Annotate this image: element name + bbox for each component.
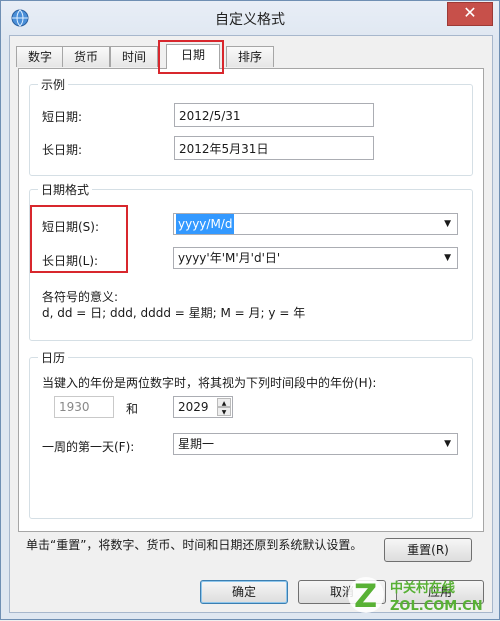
dropdown-arrow-icon[interactable]: ▼ bbox=[444, 434, 451, 454]
labels-highlight-box bbox=[30, 205, 128, 273]
and-label: 和 bbox=[126, 402, 139, 416]
spin-up-icon[interactable]: ▲ bbox=[217, 398, 231, 407]
reset-description: 单击“重置”，将数字、货币、时间和日期还原到系统默认设置。 bbox=[26, 538, 363, 552]
date-tab-panel: 示例 短日期: 2012/5/31 长日期: 2012年5月31日 日期格式 短… bbox=[18, 68, 484, 532]
two-digit-year-text: 当键入的年份是两位数字时，将其视为下列时间段中的年份(H): bbox=[42, 376, 377, 390]
calendar-group-title: 日历 bbox=[38, 349, 69, 366]
to-year-value: 2029 bbox=[178, 400, 209, 414]
year-spinner[interactable]: ▲ ▼ bbox=[217, 398, 231, 416]
example-long-value: 2012年5月31日 bbox=[174, 136, 374, 160]
example-short-value: 2012/5/31 bbox=[174, 103, 374, 127]
dialog-window: 自定义格式 ✕ 数字 货币 时间 日期 排序 示例 短日期: 2012/5/31… bbox=[0, 0, 500, 620]
short-date-value: yyyy/M/d bbox=[176, 214, 235, 234]
tab-sort[interactable]: 排序 bbox=[226, 46, 274, 67]
dropdown-arrow-icon[interactable]: ▼ bbox=[444, 248, 451, 268]
long-date-combo[interactable]: yyyy'年'M'月'd'日' ▼ bbox=[173, 247, 458, 269]
watermark-brand: 中关村在线 bbox=[390, 580, 455, 596]
dialog-body: 数字 货币 时间 日期 排序 示例 短日期: 2012/5/31 长日期: 20… bbox=[9, 35, 493, 613]
title-bar[interactable]: 自定义格式 ✕ bbox=[1, 1, 499, 35]
symbols-title: 各符号的意义: bbox=[42, 290, 119, 304]
symbols-text: d, dd = 日; ddd, dddd = 星期; M = 月; y = 年 bbox=[42, 306, 306, 320]
tab-currency[interactable]: 货币 bbox=[62, 46, 110, 67]
example-short-label: 短日期: bbox=[42, 110, 83, 124]
watermark-logo: Z 中关村在线 ZOL.COM.CN bbox=[346, 572, 496, 618]
date-format-group-title: 日期格式 bbox=[38, 181, 93, 198]
example-group-title: 示例 bbox=[38, 76, 69, 93]
close-button[interactable]: ✕ bbox=[447, 2, 493, 26]
spin-down-icon[interactable]: ▼ bbox=[217, 407, 231, 416]
tab-highlight-box bbox=[158, 40, 224, 74]
tab-number[interactable]: 数字 bbox=[16, 46, 64, 67]
reset-button[interactable]: 重置(R) bbox=[384, 538, 472, 562]
tab-time[interactable]: 时间 bbox=[110, 46, 158, 67]
first-day-combo[interactable]: 星期一 ▼ bbox=[173, 433, 458, 455]
date-format-group: 日期格式 短日期(S): yyyy/M/d ▼ 长日期(L): yyyy'年'M… bbox=[29, 181, 473, 341]
long-date-value: yyyy'年'M'月'd'日' bbox=[178, 251, 281, 265]
calendar-group: 日历 当键入的年份是两位数字时，将其视为下列时间段中的年份(H): 1930 和… bbox=[29, 349, 473, 519]
from-year-field: 1930 bbox=[54, 396, 114, 418]
example-group: 示例 短日期: 2012/5/31 长日期: 2012年5月31日 bbox=[29, 76, 473, 176]
first-day-value: 星期一 bbox=[178, 437, 215, 451]
watermark-domain: ZOL.COM.CN bbox=[390, 599, 483, 614]
ok-button[interactable]: 确定 bbox=[200, 580, 288, 604]
first-day-label: 一周的第一天(F): bbox=[42, 440, 135, 454]
to-year-field[interactable]: 2029 ▲ ▼ bbox=[173, 396, 233, 418]
example-long-label: 长日期: bbox=[42, 143, 83, 157]
dropdown-arrow-icon[interactable]: ▼ bbox=[444, 214, 451, 234]
short-date-combo[interactable]: yyyy/M/d ▼ bbox=[173, 213, 458, 235]
watermark-letter: Z bbox=[354, 577, 377, 615]
zol-logo-icon: Z 中关村在线 ZOL.COM.CN bbox=[348, 577, 483, 615]
window-title: 自定义格式 bbox=[215, 12, 285, 28]
